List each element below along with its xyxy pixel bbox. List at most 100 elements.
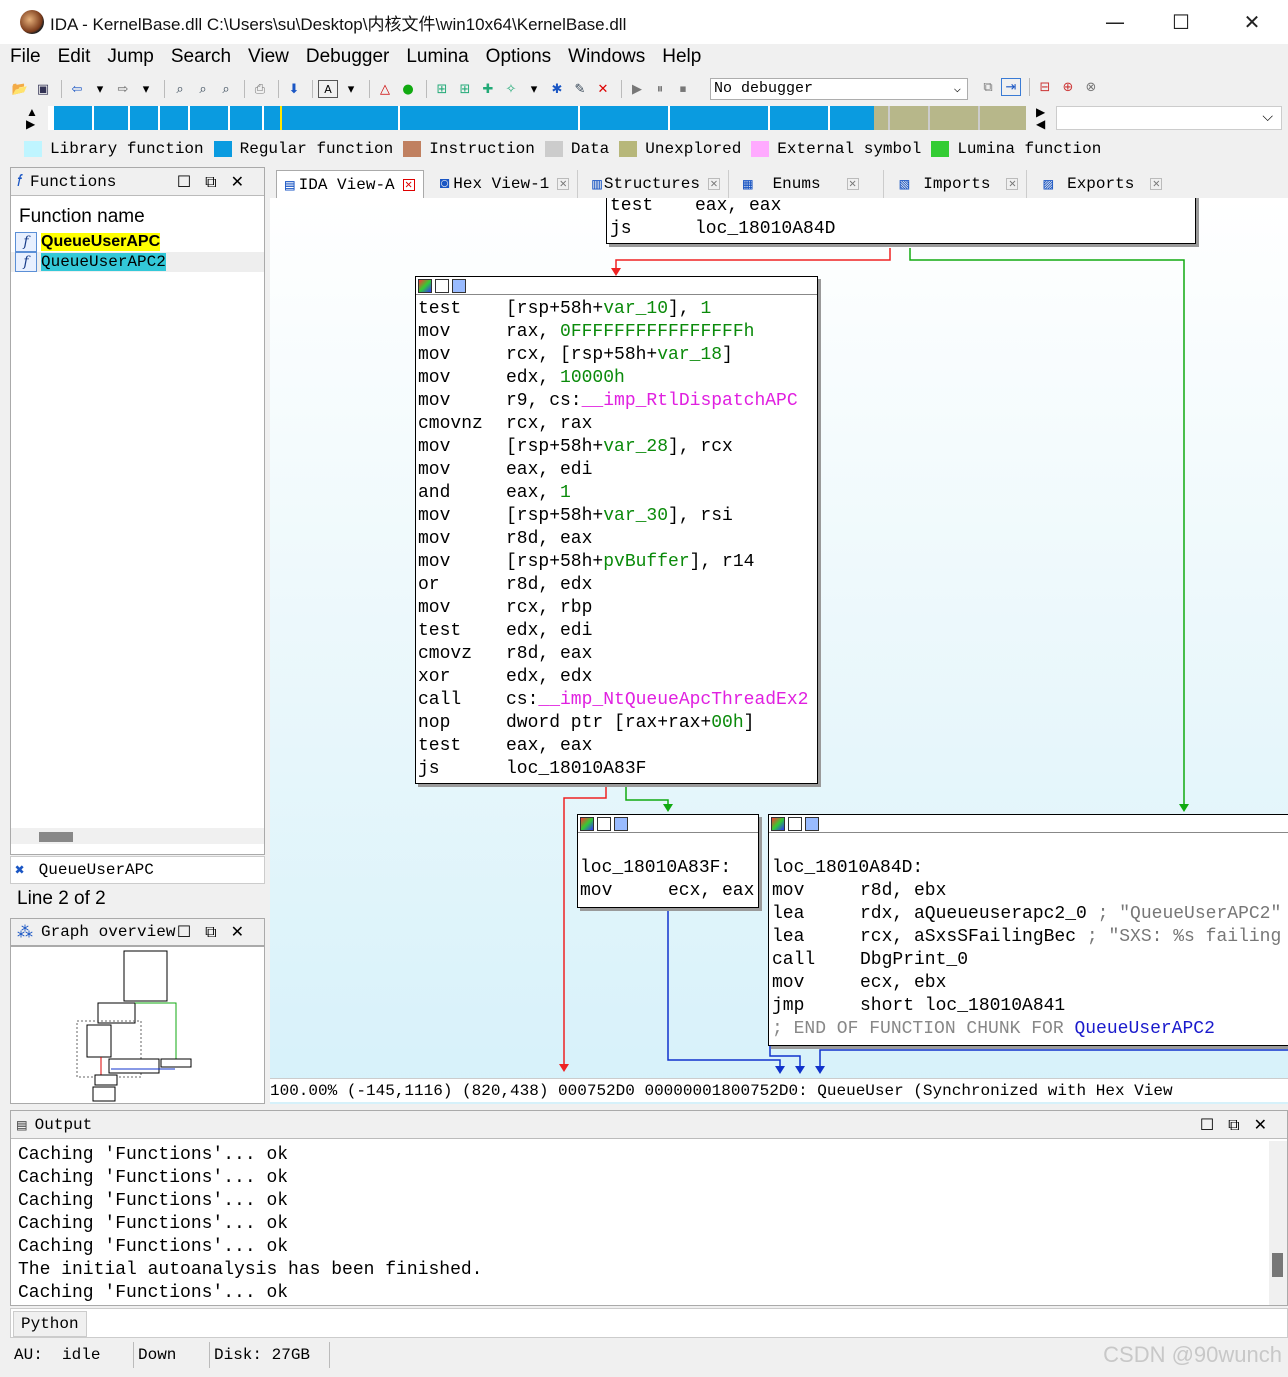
menu-options[interactable]: Options [486, 46, 551, 74]
tab-ida-view-a[interactable]: ▤ IDA View-A ✕ [276, 170, 424, 198]
code-block-main[interactable]: test [rsp+58h+var_10], 1 mov rax, 0FFFFFFFF… [415, 276, 818, 784]
add-icon[interactable]: ✚ [478, 80, 498, 98]
tab-hex-view[interactable]: ◙ Hex View-1 ✕ [432, 170, 579, 198]
close-tab-icon[interactable]: ✕ [402, 178, 415, 191]
function-row[interactable]: f QueueUserAPC [11, 232, 264, 252]
view-tabs: ▤ IDA View-A ✕ ◙ Hex View-1 ✕ ▥ Structur… [270, 170, 1288, 198]
close-tab-icon[interactable]: ✕ [846, 178, 859, 190]
breakpoint-list-icon[interactable]: ⊟ [1035, 78, 1055, 96]
maximize-button[interactable]: ☐ [1166, 8, 1196, 36]
menu-debugger[interactable]: Debugger [306, 46, 389, 74]
python-button[interactable]: Python [13, 1311, 87, 1337]
tab-enums[interactable]: ▦ Enums ✕ [735, 170, 884, 198]
rename-icon[interactable] [597, 816, 611, 831]
open-icon[interactable]: 📂 [10, 80, 30, 98]
tab-imports[interactable]: ▧ Imports ✕ [892, 170, 1028, 198]
menu-help[interactable]: Help [662, 46, 701, 74]
jump-down-icon[interactable]: ⬇ [284, 80, 304, 98]
create-struct-icon[interactable]: ⊞ [455, 80, 475, 98]
navigation-band[interactable] [48, 106, 1026, 130]
create-function-icon[interactable]: ⊞ [432, 80, 452, 98]
warning-icon[interactable]: △ [375, 80, 395, 98]
asm-mnemonic: nop [418, 713, 451, 733]
command-line[interactable]: Python [10, 1308, 1288, 1338]
panel-controls[interactable]: ☐⧉✕ [1200, 1115, 1281, 1135]
rename-icon[interactable] [788, 816, 802, 831]
menu-lumina[interactable]: Lumina [406, 46, 468, 74]
output-log[interactable]: Caching 'Functions'... ok Caching 'Funct… [11, 1139, 1287, 1305]
back-dropdown-icon[interactable]: ▾ [90, 80, 110, 98]
plugin-icon[interactable]: ✱ [547, 80, 567, 98]
column-header-function-name[interactable]: Function name [11, 196, 264, 232]
menu-search[interactable]: Search [171, 46, 231, 74]
step-icon[interactable]: ⇥ [1001, 78, 1021, 96]
nav-left-arrows[interactable]: ▲ ▶ [26, 106, 38, 130]
breakpoint-del-icon[interactable]: ⊗ [1081, 78, 1101, 96]
menu-windows[interactable]: Windows [568, 46, 645, 74]
tab-exports[interactable]: ▨ Exports ✕ [1035, 170, 1170, 198]
panel-controls[interactable]: ☐⧉✕ [177, 922, 258, 942]
asm-operands: rdx, aQueueuserapc2_0 ; "QueueUserAPC2" [860, 904, 1282, 924]
search-binary-icon[interactable]: ⌕ [170, 80, 190, 98]
group-icon[interactable] [805, 816, 819, 831]
segment-select[interactable]: ⌵ [1056, 106, 1282, 130]
search-text-icon[interactable]: ⌕ [193, 80, 213, 98]
function-row-selected[interactable]: f QueueUserAPC2 [11, 252, 264, 272]
color-icon[interactable] [580, 816, 594, 831]
pause-debug-icon[interactable]: ⏸ [650, 80, 670, 98]
asm-line: call cs:__imp_NtQueueApcThreadEx2 [418, 689, 817, 712]
output-line: Caching 'Functions'... ok [18, 1191, 289, 1211]
attach-icon[interactable]: ⧉ [978, 78, 998, 96]
legend-library-function: Library function [50, 140, 204, 158]
script-dropdown-icon[interactable]: ▾ [524, 80, 544, 98]
asm-operands: [rsp+58h+var_30], rsi [506, 506, 733, 526]
color-icon[interactable] [418, 278, 432, 293]
forward-dropdown-icon[interactable]: ▾ [136, 80, 156, 98]
print-icon[interactable]: ⎙ [250, 80, 270, 98]
text-mode-dropdown-icon[interactable]: ▾ [341, 80, 361, 98]
tab-structures[interactable]: ▥ Structures ✕ [584, 170, 729, 198]
run-green-icon[interactable]: ● [398, 80, 418, 98]
menu-file[interactable]: File [10, 46, 41, 74]
close-tab-icon[interactable]: ✕ [1150, 178, 1163, 190]
menu-jump[interactable]: Jump [107, 46, 153, 74]
horizontal-scrollbar[interactable] [11, 828, 264, 844]
menu-edit[interactable]: Edit [58, 46, 91, 74]
minimize-button[interactable]: — [1100, 8, 1130, 36]
edit-icon[interactable]: ✎ [570, 80, 590, 98]
save-icon[interactable]: ▣ [33, 80, 53, 98]
breakpoint-add-icon[interactable]: ⊕ [1058, 78, 1078, 96]
nav-right-arrows[interactable]: ▶ ◀ [1036, 106, 1045, 130]
group-icon[interactable] [452, 278, 466, 293]
graph-view[interactable]: test eax, eax js loc_18010A84D test [rsp+58… [270, 198, 1288, 1104]
graph-overview-canvas[interactable] [10, 946, 265, 1104]
stop-debug-icon[interactable]: ⏹ [673, 80, 693, 98]
start-debug-icon[interactable]: ▶ [627, 80, 647, 98]
debugger-select[interactable]: No debugger ⌵ [710, 78, 968, 100]
script-icon[interactable]: ✧ [501, 80, 521, 98]
panel-controls[interactable]: ☐⧉✕ [177, 172, 258, 192]
asm-operands: rcx, [rsp+58h+var_18] [506, 345, 733, 365]
search-next-icon[interactable]: ⌕ [216, 80, 236, 98]
function-filter[interactable]: ✖ QueueUserAPC [10, 856, 265, 884]
tab-label: IDA View-A [298, 175, 395, 194]
close-tab-icon[interactable]: ✕ [1006, 178, 1019, 190]
code-block-right[interactable]: loc_18010A84D: mov r8d, ebx lea rdx, aQueue… [768, 814, 1288, 1046]
group-icon[interactable] [614, 816, 628, 831]
color-icon[interactable] [771, 816, 785, 831]
close-button[interactable]: ✕ [1237, 8, 1267, 36]
forward-icon[interactable]: ⇨ [113, 80, 133, 98]
hex-view-icon: ◙ [439, 175, 450, 193]
vertical-scrollbar[interactable] [1269, 1141, 1287, 1305]
asm-mnemonic: test [418, 299, 462, 319]
rename-icon[interactable] [435, 278, 449, 293]
close-tab-icon[interactable]: ✕ [707, 178, 720, 190]
close-tab-icon[interactable]: ✕ [557, 178, 570, 190]
code-block-left[interactable]: loc_18010A83F: mov ecx, eax [577, 814, 759, 908]
code-block-top[interactable]: test eax, eax js loc_18010A84D [606, 198, 1196, 244]
delete-icon[interactable]: ✕ [593, 80, 613, 98]
back-icon[interactable]: ⇦ [67, 80, 87, 98]
text-mode-icon[interactable]: A [318, 80, 338, 98]
clear-filter-icon[interactable]: ✖ [15, 860, 25, 880]
menu-view[interactable]: View [248, 46, 289, 74]
